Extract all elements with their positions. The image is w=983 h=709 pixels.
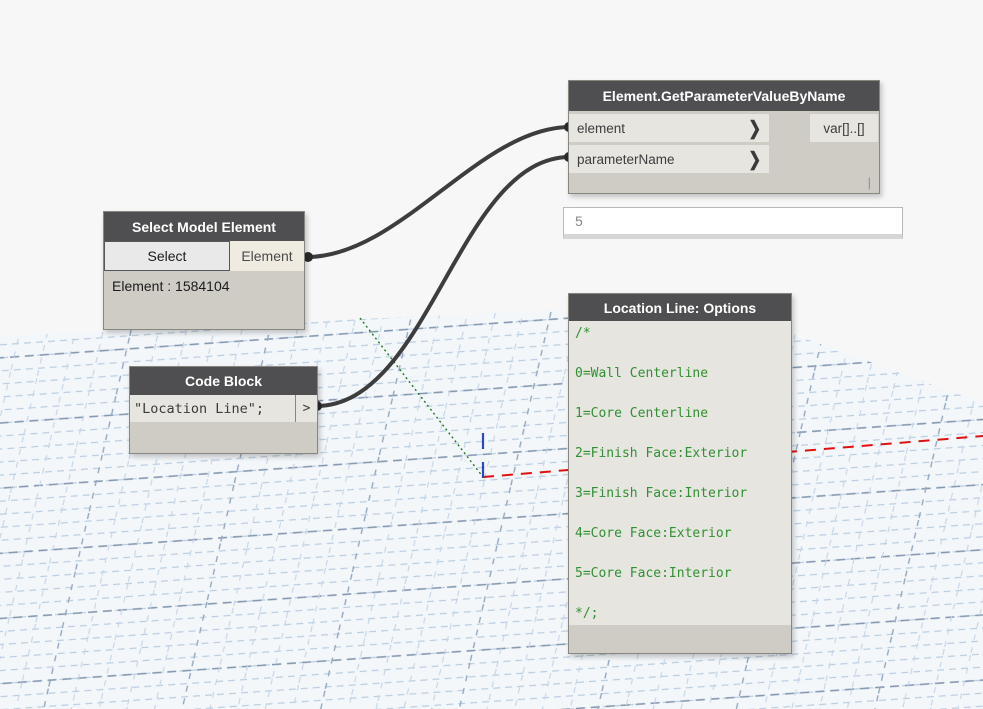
output-port-label: Element <box>241 248 293 264</box>
comment-line <box>575 584 791 604</box>
output-port-element[interactable]: Element <box>230 241 304 271</box>
node-title: Location Line: Options <box>603 299 757 316</box>
node-preview-bubble[interactable]: 5 <box>563 207 903 239</box>
comment-line: 5=Core Face:Interior <box>575 566 732 581</box>
wire-select-element-to-element-input[interactable] <box>305 125 572 259</box>
input-port-label: parameterName <box>577 151 675 167</box>
select-button[interactable]: Select <box>104 241 230 271</box>
node-title: Code Block <box>184 373 262 389</box>
comment-line: 4=Core Face:Exterior <box>575 526 732 541</box>
code-block-comment-body[interactable]: /* 0=Wall Centerline 1=Core Centerline 2… <box>569 321 791 625</box>
code-block-expression[interactable]: "Location Line"; <box>130 395 295 422</box>
chevron-right-icon: ❯ <box>748 149 761 171</box>
chevron-right-icon: ❯ <box>748 118 761 140</box>
comment-line <box>575 464 791 484</box>
node-get-parameter-value-by-name[interactable]: Element.GetParameterValueByName element … <box>568 80 880 194</box>
comment-line: 2=Finish Face:Exterior <box>575 446 748 461</box>
node-title: Element.GetParameterValueByName <box>602 88 846 104</box>
comment-line: /* <box>575 326 591 341</box>
preview-value: 5 <box>575 213 583 229</box>
node-select-model-element[interactable]: Select Model Element Select Element Elem… <box>103 211 305 330</box>
node-location-line-options[interactable]: Location Line: Options /* 0=Wall Centerl… <box>568 293 792 654</box>
select-button-label: Select <box>147 248 187 264</box>
selected-element-id: Element : 1584104 <box>112 278 230 294</box>
comment-line: */; <box>575 606 599 621</box>
node-code-block[interactable]: Code Block "Location Line"; > <box>129 366 318 454</box>
input-port-element[interactable]: element ❯ <box>569 114 769 142</box>
comment-line <box>575 424 791 444</box>
input-port-parametername[interactable]: parameterName ❯ <box>569 145 769 173</box>
wire-codeblock-to-parametername-input[interactable] <box>314 155 572 408</box>
comment-line <box>575 384 791 404</box>
node-resize-handle[interactable]: | <box>868 175 871 190</box>
comment-line <box>575 504 791 524</box>
node-title: Select Model Element <box>132 218 276 235</box>
code-block-output-port[interactable]: > <box>295 395 317 422</box>
comment-line: 3=Finish Face:Interior <box>575 486 748 501</box>
node-title-bar[interactable]: Element.GetParameterValueByName <box>569 81 879 111</box>
node-title-bar[interactable]: Location Line: Options <box>569 294 791 321</box>
comment-line: 1=Core Centerline <box>575 406 709 421</box>
output-port-var[interactable]: var[]..[] <box>810 114 878 142</box>
comment-line: 0=Wall Centerline <box>575 366 709 381</box>
input-port-label: element <box>577 120 626 136</box>
node-title-bar[interactable]: Code Block <box>130 367 317 395</box>
output-port-label: var[]..[] <box>823 120 865 136</box>
node-title-bar[interactable]: Select Model Element <box>104 212 304 241</box>
dynamo-workspace[interactable]: Element.GetParameterValueByName element … <box>0 0 983 709</box>
comment-line <box>575 344 791 364</box>
comment-line <box>575 544 791 564</box>
node-port-area: element ❯ parameterName ❯ var[]..[] | <box>569 111 879 193</box>
